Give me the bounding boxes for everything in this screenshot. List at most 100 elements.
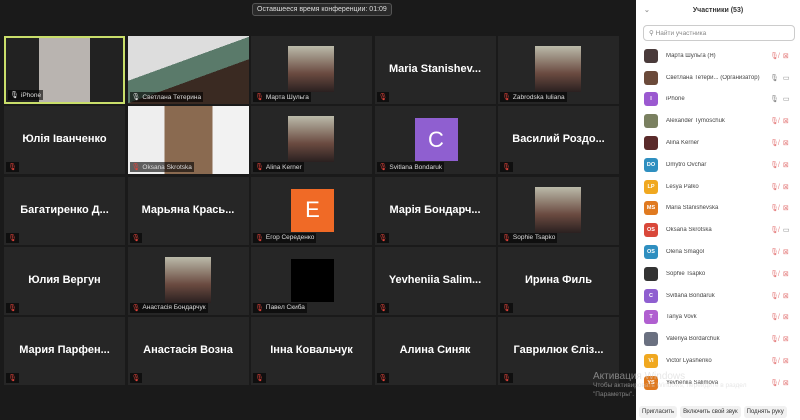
camera-off-icon[interactable]: ⊠ xyxy=(783,313,789,321)
mic-muted-icon[interactable]: 🎙︎̸ xyxy=(770,292,779,300)
participants-panel: ⌄ Участники (53) ⚲ Найти участника Марта… xyxy=(636,0,800,420)
video-tile[interactable]: Ирина Филь 🎙︎ xyxy=(498,246,619,315)
participant-row[interactable]: T Tanya Vovk 🎙︎̸ ⊠ xyxy=(636,307,800,329)
video-tile[interactable]: Maria Stanishev... 🎙︎ xyxy=(374,36,496,104)
mic-muted-icon[interactable]: 🎙︎̸ xyxy=(770,248,779,256)
mic-muted-icon: 🎙︎ xyxy=(255,164,264,172)
camera-off-icon[interactable]: ⊠ xyxy=(783,139,789,147)
mic-muted-icon[interactable]: 🎙︎̸ xyxy=(770,226,779,234)
video-tile[interactable]: 🎙︎ iPhone xyxy=(4,36,125,104)
camera-off-icon[interactable]: ⊠ xyxy=(783,270,789,278)
invite-button[interactable]: Пригласить xyxy=(639,406,678,418)
video-tile[interactable]: 🎙︎ Sophie Tsapko xyxy=(498,176,619,245)
camera-icon[interactable]: ▭ xyxy=(783,95,790,103)
video-tile[interactable]: C 🎙︎ Svitlana Bondaruk xyxy=(374,106,496,175)
participant-row[interactable]: C Svitlana Bondaruk 🎙︎̸ ⊠ xyxy=(636,285,800,307)
participant-row[interactable]: VI Victor Lyashenko 🎙︎̸ ⊠ xyxy=(636,350,800,372)
participant-name: iPhone xyxy=(666,96,685,103)
video-tile[interactable]: Багатиренко Д... 🎙︎ xyxy=(4,176,125,245)
collapse-chevron-icon[interactable]: ⌄ xyxy=(644,6,650,14)
participant-avatar: LP xyxy=(644,179,658,194)
video-tile[interactable]: Василий Роздо... 🎙︎ xyxy=(498,106,619,175)
participant-avatar xyxy=(644,48,658,63)
panel-header: ⌄ Участники (53) xyxy=(636,0,800,20)
participant-avatar xyxy=(644,114,658,129)
camera-icon[interactable]: ▭ xyxy=(783,74,790,82)
mic-muted-icon[interactable]: 🎙︎̸ xyxy=(770,204,779,212)
participant-avatar xyxy=(291,258,334,302)
tile-label: 🎙︎ iPhone xyxy=(8,90,44,100)
participant-name: Alina Kerner xyxy=(666,140,700,147)
camera-off-icon[interactable]: ⊠ xyxy=(783,292,789,300)
video-tile[interactable]: E 🎙︎ Егор Середенко xyxy=(251,176,372,245)
participant-row[interactable]: OS Oksana Skrotska 🎙︎̸ ▭ xyxy=(636,219,800,241)
video-tile[interactable]: Гаврилюк Єліз... 🎙︎ xyxy=(498,317,619,386)
mic-muted-icon[interactable]: 🎙︎̸ xyxy=(770,139,779,147)
video-tile[interactable]: Марія Бондарч... 🎙︎ xyxy=(374,176,496,245)
camera-icon[interactable]: ▭ xyxy=(783,226,790,234)
participant-search-input[interactable]: ⚲ Найти участника xyxy=(643,25,795,41)
participant-row[interactable]: I iPhone 🎙︎ ▭ xyxy=(636,89,800,111)
camera-off-icon[interactable]: ⊠ xyxy=(783,335,789,343)
video-tile[interactable]: 🎙︎ Zabrodska Iuliana xyxy=(498,36,619,104)
video-tile[interactable]: 🎙︎ Анастасія Бондарчук xyxy=(127,246,249,315)
video-tile[interactable]: Юлія Іванченко 🎙︎ xyxy=(4,106,125,175)
mic-muted-icon[interactable]: 🎙︎̸ xyxy=(770,357,779,365)
participant-row[interactable]: Alina Kerner 🎙︎̸ ⊠ xyxy=(636,132,800,154)
participant-row[interactable]: DO Dmytro Ovchar 🎙︎̸ ⊠ xyxy=(636,154,800,176)
camera-off-icon[interactable]: ⊠ xyxy=(783,357,789,365)
unmute-button[interactable]: Включить свой звук xyxy=(680,406,741,418)
video-tile[interactable]: 🎙︎ Oksana Skrotska xyxy=(127,106,249,175)
camera-off-icon[interactable]: ⊠ xyxy=(783,204,789,212)
mic-muted-icon[interactable]: 🎙︎̸ xyxy=(770,117,779,125)
participant-row[interactable]: Sophie Tsapko 🎙︎̸ ⊠ xyxy=(636,263,800,285)
participant-row[interactable]: OS Olena Smagol 🎙︎̸ ⊠ xyxy=(636,241,800,263)
tile-label: 🎙︎ xyxy=(6,373,19,384)
mic-muted-icon: 🎙︎ xyxy=(378,234,388,242)
tile-name: Svitlana Bondaruk xyxy=(389,163,443,171)
video-tile[interactable]: 🎙︎ Светлана Тетерина xyxy=(127,36,249,104)
tile-label: 🎙︎ xyxy=(6,232,19,243)
mic-muted-icon[interactable]: 🎙︎̸ xyxy=(770,335,779,343)
video-tile[interactable]: Алина Синяк 🎙︎ xyxy=(374,317,496,386)
video-tile[interactable]: Юлия Вергун 🎙︎ xyxy=(4,246,125,315)
video-tile[interactable]: 🎙︎ Павел Скиба xyxy=(251,246,372,315)
participant-row[interactable]: Valeriya Bordarchuk 🎙︎̸ ⊠ xyxy=(636,328,800,350)
camera-off-icon[interactable]: ⊠ xyxy=(783,183,789,191)
participant-row[interactable]: Светлана Тетери... (Организатор) 🎙︎ ▭ xyxy=(636,67,800,89)
video-tile[interactable]: Анастасія Возна 🎙︎ xyxy=(127,317,249,386)
video-tile[interactable]: Інна Ковальчук 🎙︎ xyxy=(251,317,372,386)
participant-row[interactable]: MS Maria Stanishevska 🎙︎̸ ⊠ xyxy=(636,198,800,220)
participant-row[interactable]: YS Yevheniia Salimova 🎙︎̸ ⊠ xyxy=(636,372,800,394)
participant-row[interactable]: Марта Шульга (Я) 🎙︎̸ ⊠ xyxy=(636,45,800,67)
participant-name: Maria Stanishev... xyxy=(388,63,482,75)
video-tile[interactable]: Yevheniia Salim... 🎙︎ xyxy=(374,246,496,315)
mic-muted-icon[interactable]: 🎙︎̸ xyxy=(770,183,779,191)
mic-muted-icon[interactable]: 🎙︎̸ xyxy=(770,270,779,278)
video-tile[interactable]: 🎙︎ Марта Шульга xyxy=(251,36,372,104)
camera-off-icon[interactable]: ⊠ xyxy=(783,379,789,387)
camera-off-icon[interactable]: ⊠ xyxy=(783,52,789,60)
participant-avatar: C xyxy=(644,288,658,303)
meeting-timer: Оставшееся время конференции: 01:09 xyxy=(252,3,392,16)
tile-label: 🎙︎ Oksana Skrotska xyxy=(129,162,194,173)
video-tile[interactable]: Мария Парфен... 🎙︎ xyxy=(4,317,125,386)
video-tile[interactable]: 🎙︎ Alina Kerner xyxy=(251,106,372,175)
mic-muted-icon[interactable]: 🎙︎̸ xyxy=(770,379,779,387)
mic-icon[interactable]: 🎙︎ xyxy=(770,74,779,82)
participant-row[interactable]: LP Lesya Palko 🎙︎̸ ⊠ xyxy=(636,176,800,198)
camera-off-icon[interactable]: ⊠ xyxy=(783,161,789,169)
mic-muted-icon[interactable]: 🎙︎̸ xyxy=(770,52,779,60)
raise-hand-button[interactable]: Поднять руку xyxy=(743,406,787,418)
participant-name: Ирина Филь xyxy=(524,273,593,286)
participant-name: Sophie Tsapko xyxy=(666,270,706,277)
mic-muted-icon[interactable]: 🎙︎̸ xyxy=(770,313,779,321)
camera-off-icon[interactable]: ⊠ xyxy=(783,117,789,125)
tile-name: Егор Середенко xyxy=(265,234,315,242)
mic-icon[interactable]: 🎙︎ xyxy=(770,95,779,103)
video-tile[interactable]: Марьяна Крась... 🎙︎ xyxy=(127,176,249,245)
camera-off-icon[interactable]: ⊠ xyxy=(783,248,789,256)
mic-muted-icon[interactable]: 🎙︎̸ xyxy=(770,161,779,169)
participant-row[interactable]: Alexander Tymoschuk 🎙︎̸ ⊠ xyxy=(636,110,800,132)
mic-muted-icon: 🎙︎ xyxy=(131,304,141,312)
